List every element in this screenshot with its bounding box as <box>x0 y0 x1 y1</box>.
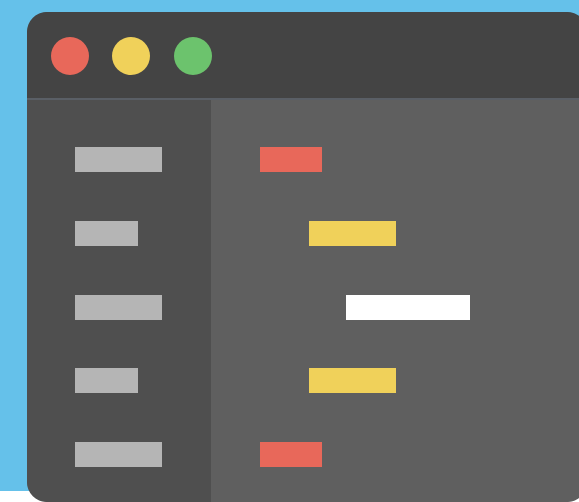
app-window <box>27 12 579 502</box>
minimize-button[interactable] <box>112 37 150 75</box>
sidebar-item-4[interactable] <box>75 368 138 393</box>
code-line-1 <box>260 147 322 172</box>
code-line-4 <box>309 368 396 393</box>
titlebar <box>27 12 579 98</box>
code-editor[interactable] <box>211 100 579 502</box>
code-line-5 <box>260 442 322 467</box>
close-button[interactable] <box>51 37 89 75</box>
code-line-2 <box>309 221 396 246</box>
code-line-3 <box>346 295 470 320</box>
sidebar-item-2[interactable] <box>75 221 138 246</box>
maximize-button[interactable] <box>174 37 212 75</box>
sidebar-item-5[interactable] <box>75 442 162 467</box>
sidebar-item-3[interactable] <box>75 295 162 320</box>
sidebar <box>27 100 211 502</box>
sidebar-item-1[interactable] <box>75 147 162 172</box>
